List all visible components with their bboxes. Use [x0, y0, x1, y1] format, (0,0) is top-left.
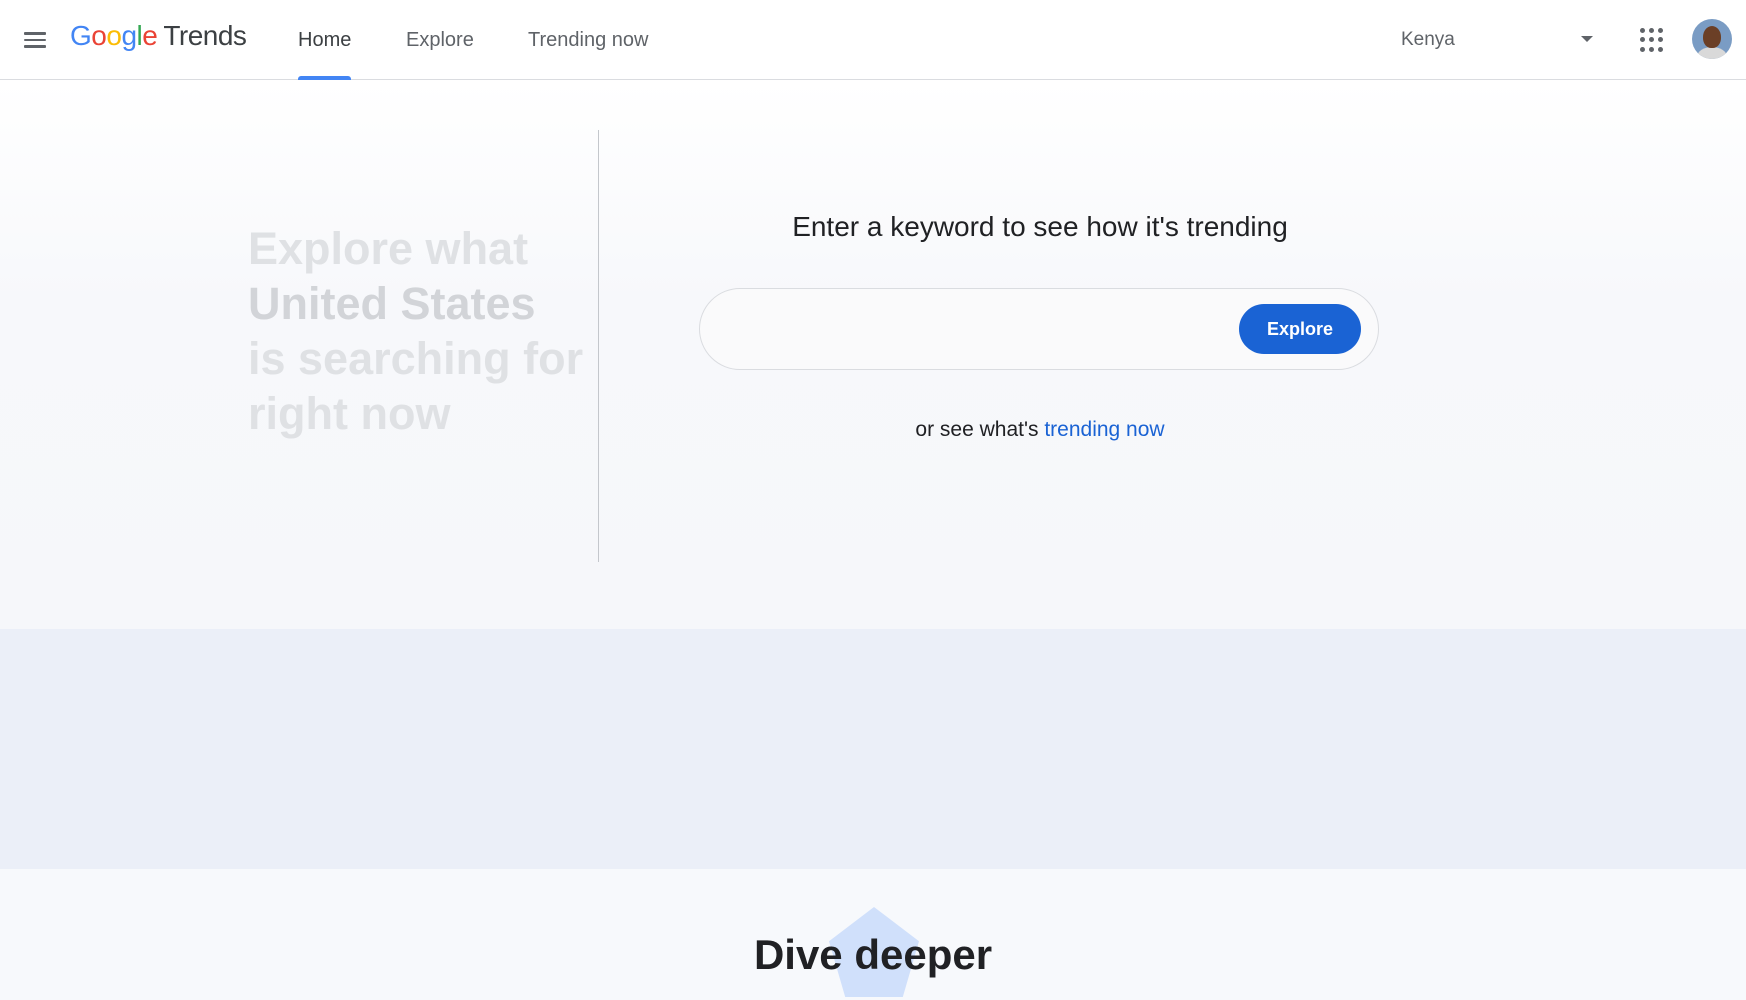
active-tab-indicator — [298, 76, 352, 80]
google-trends-logo[interactable]: Google Trends — [70, 20, 247, 60]
logo-product-name: Trends — [163, 20, 247, 51]
caret-down-icon — [1581, 36, 1593, 42]
headline-line: is searching for — [248, 333, 584, 384]
hero-headline: Explore what United States is searching … — [248, 221, 588, 441]
region-selected-value: Kenya — [1401, 29, 1455, 50]
account-avatar[interactable] — [1692, 19, 1732, 59]
nav-tab-label: Trending now — [528, 28, 649, 51]
hamburger-menu-icon[interactable] — [18, 23, 52, 57]
nav-tab-home[interactable]: Home — [298, 0, 352, 80]
logo-letter: g — [121, 20, 137, 51]
nav-tab-label: Home — [298, 28, 352, 51]
nav-tab-label: Explore — [406, 28, 474, 51]
search-input[interactable] — [730, 309, 1210, 349]
logo-letter: o — [91, 20, 107, 51]
logo-letter: o — [106, 20, 122, 51]
top-app-bar: Google Trends Home Explore Trending now … — [0, 0, 1746, 80]
headline-line: right now — [248, 388, 451, 439]
hero-section: Explore what United States is searching … — [0, 81, 1746, 629]
section-title: Dive deeper — [753, 931, 993, 978]
featured-band — [0, 629, 1746, 869]
nav-tab-trending-now[interactable]: Trending now — [528, 0, 648, 80]
logo-letter: e — [142, 20, 158, 51]
search-box[interactable]: Explore — [699, 288, 1379, 370]
search-prompt: Enter a keyword to see how it's trending — [792, 211, 1288, 242]
headline-country: United States — [248, 278, 536, 329]
headline-line: Explore what — [248, 223, 529, 274]
trending-now-link[interactable]: trending now — [1044, 418, 1164, 441]
explore-button[interactable]: Explore — [1239, 304, 1361, 354]
dive-deeper-section: Dive deeper — [0, 869, 1746, 1000]
vertical-divider — [598, 130, 599, 562]
trending-now-prompt: or see what's trending now — [690, 418, 1390, 442]
logo-letter: G — [70, 20, 92, 51]
nav-tab-explore[interactable]: Explore — [406, 0, 474, 80]
region-dropdown[interactable]: Kenya — [1393, 20, 1603, 60]
trending-prefix: or see what's — [915, 418, 1039, 441]
apps-grid-icon[interactable] — [1638, 26, 1666, 54]
